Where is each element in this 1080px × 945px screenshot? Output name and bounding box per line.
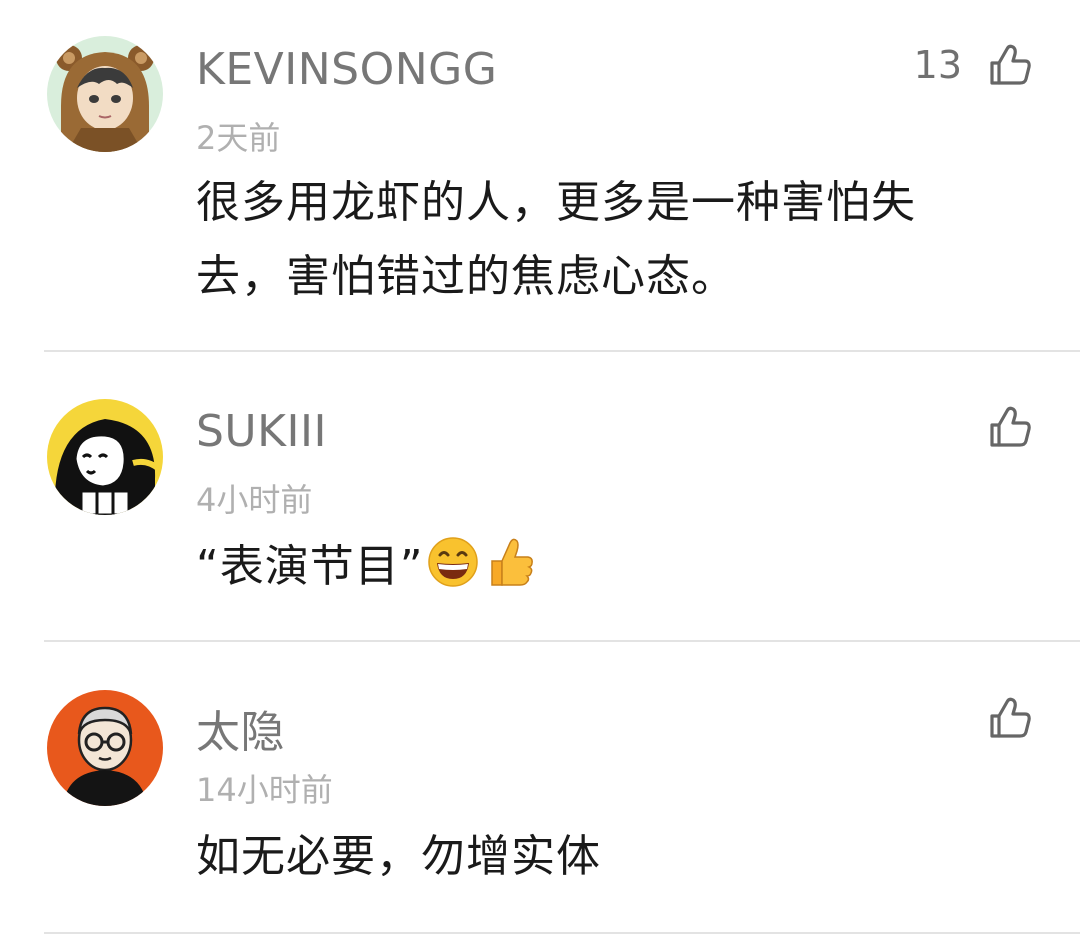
thumbs-up-icon[interactable] xyxy=(986,41,1034,89)
grinning-face-emoji xyxy=(426,535,480,612)
cartoon-girl-avatar xyxy=(47,399,163,515)
like-count: 13 xyxy=(913,43,962,87)
avatar[interactable] xyxy=(47,399,163,515)
divider xyxy=(44,350,1080,352)
like-area xyxy=(962,399,1034,455)
username[interactable]: KEVINSONGG xyxy=(196,44,497,95)
comment-text-content: “表演节目” xyxy=(196,541,424,592)
comment-text: 如无必要，勿增实体 xyxy=(196,831,601,882)
like-area: 13 xyxy=(914,37,1034,93)
timestamp: 2天前 xyxy=(196,119,281,157)
divider xyxy=(44,932,1080,934)
avatar[interactable] xyxy=(47,690,163,806)
thumbs-up-icon[interactable] xyxy=(986,694,1034,742)
like-area xyxy=(962,690,1034,746)
bear-hood-boy-avatar xyxy=(47,36,163,152)
timestamp: 14小时前 xyxy=(196,771,333,809)
comment-text: 很多用龙虾的人，更多是一种害怕失去，害怕错过的焦虑心态。 xyxy=(196,177,916,302)
username[interactable]: SUKIII xyxy=(196,406,327,457)
username[interactable]: 太隐 xyxy=(196,696,285,760)
thumbs-up-emoji xyxy=(482,535,536,612)
glasses-man-avatar xyxy=(47,690,163,806)
timestamp: 4小时前 xyxy=(196,481,313,519)
comment-text: “表演节目” xyxy=(196,530,996,612)
divider xyxy=(44,640,1080,642)
thumbs-up-icon[interactable] xyxy=(986,403,1034,451)
avatar[interactable] xyxy=(47,36,163,152)
